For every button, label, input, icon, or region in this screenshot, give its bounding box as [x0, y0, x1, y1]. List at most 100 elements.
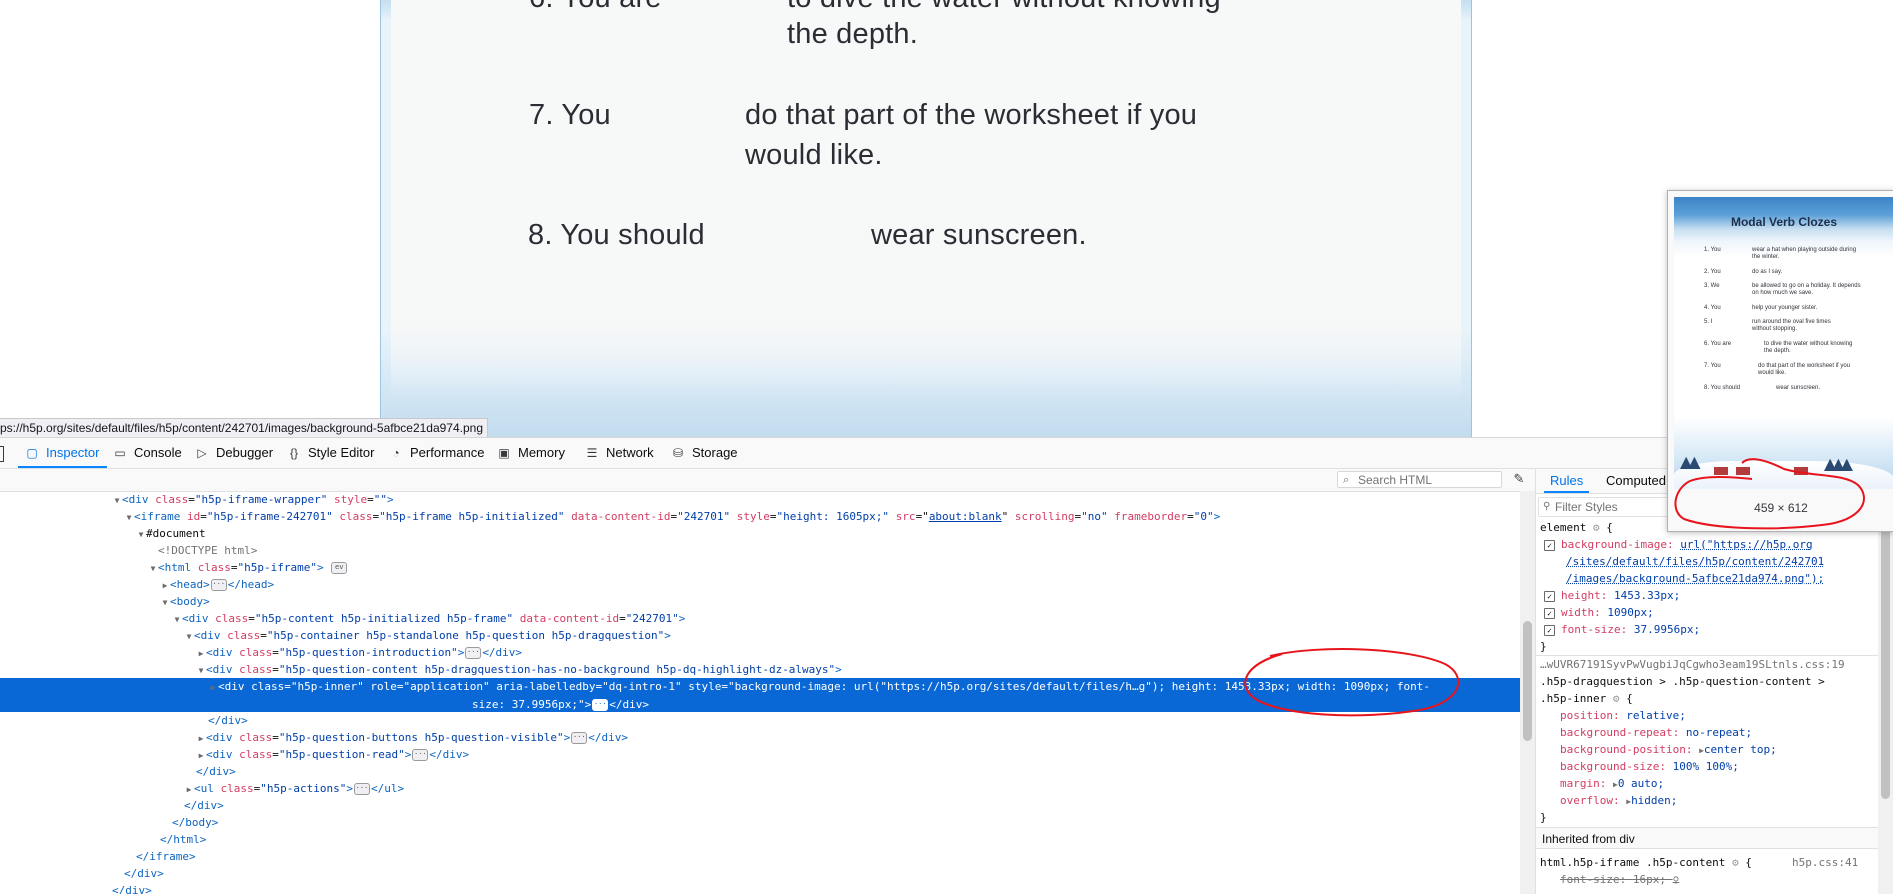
- markup-node[interactable]: ▼ <iframe id="h5p-iframe-242701" class="h…: [0, 508, 1520, 525]
- expand-toggle-icon[interactable]: ▼: [148, 560, 158, 577]
- property-value[interactable]: 0 auto;: [1618, 777, 1664, 790]
- property-name[interactable]: background-size:: [1560, 760, 1666, 773]
- property-name[interactable]: background-repeat:: [1560, 726, 1679, 739]
- expand-toggle-icon[interactable]: ▼: [196, 662, 206, 679]
- property-name[interactable]: background-position:: [1560, 743, 1692, 756]
- rule-source-link[interactable]: …wUVR67191SyvPwVugbiJqCgwho3eam19SLtnls.…: [1540, 656, 1845, 673]
- markup-node[interactable]: <!DOCTYPE html>: [0, 542, 1520, 559]
- expand-toggle-icon[interactable]: ▼: [124, 509, 134, 526]
- expand-toggle-icon[interactable]: ▶: [184, 781, 194, 798]
- search-html-input[interactable]: ⌕ Search HTML: [1337, 471, 1502, 488]
- tab-inspector[interactable]: ▢ Inspector: [17, 438, 109, 468]
- declaration-checkbox[interactable]: ✓: [1544, 624, 1555, 636]
- markup-node[interactable]: ▼ <body>: [0, 593, 1520, 610]
- src-link[interactable]: about:blank: [929, 510, 1002, 523]
- collapsed-badge[interactable]: ···: [465, 647, 482, 659]
- event-badge[interactable]: ev: [331, 562, 348, 574]
- tab-style-editor[interactable]: {} Style Editor: [286, 438, 375, 468]
- property-value[interactable]: /images/background-5afbce21da974.png");: [1566, 572, 1824, 585]
- expand-toggle-icon[interactable]: ▶: [196, 730, 206, 747]
- expand-toggle-icon[interactable]: ▼: [184, 628, 194, 645]
- property-value[interactable]: 37.9956px;: [1634, 623, 1700, 636]
- markup-node[interactable]: ▼ <html class="h5p-iframe"> ev: [0, 559, 1520, 576]
- markup-node[interactable]: </body>: [0, 814, 1520, 831]
- scrollbar-thumb[interactable]: [1881, 529, 1890, 799]
- tag-close: </div>: [588, 731, 629, 744]
- expand-toggle-icon[interactable]: ▼: [172, 611, 182, 628]
- markup-node[interactable]: </iframe>: [0, 848, 1520, 865]
- markup-node[interactable]: ▼ <div class="h5p-content h5p-initialized…: [0, 610, 1520, 627]
- tab-rules[interactable]: Rules: [1543, 469, 1590, 493]
- property-name[interactable]: width:: [1561, 606, 1601, 619]
- property-value[interactable]: relative;: [1626, 709, 1686, 722]
- filter-icon[interactable]: ⚲: [1673, 876, 1680, 886]
- collapsed-badge[interactable]: ···: [592, 699, 609, 711]
- debugger-icon: ▷: [197, 446, 207, 460]
- tab-computed[interactable]: Computed: [1606, 469, 1666, 493]
- tab-debugger[interactable]: ▷ Debugger: [194, 438, 273, 468]
- markup-node[interactable]: ▼ #document: [0, 525, 1520, 542]
- gear-icon[interactable]: ⚙: [1593, 521, 1600, 534]
- markup-node[interactable]: </div>: [0, 763, 1520, 780]
- markup-node[interactable]: </html>: [0, 831, 1520, 848]
- expand-toggle-icon[interactable]: ▼: [136, 526, 146, 543]
- property-name[interactable]: height:: [1561, 589, 1607, 602]
- tab-performance[interactable]: ◔ Performance: [388, 438, 484, 468]
- devtools-panel: ▢ Inspector ▭ Console ▷ Debugger {} Style Ed…: [0, 437, 1893, 894]
- collapsed-badge[interactable]: ···: [210, 579, 227, 591]
- markup-node[interactable]: ▶ <ul class="h5p-actions"> ··· </ul>: [0, 780, 1520, 797]
- markup-node[interactable]: ▶ <div class="h5p-question-introduction">…: [0, 644, 1520, 661]
- tab-console[interactable]: ▭ Console: [112, 438, 181, 468]
- tab-memory[interactable]: ▣ Memory: [496, 438, 565, 468]
- rule-selector: element: [1540, 521, 1587, 534]
- markup-node[interactable]: ▼ <div class="h5p-question-content h5p-dr…: [0, 661, 1520, 678]
- property-value[interactable]: hidden;: [1631, 794, 1677, 807]
- property-value[interactable]: 100% 100%;: [1673, 760, 1739, 773]
- markup-node-selected[interactable]: ▶ <div class="h5p-inner" role="applicatio…: [0, 678, 1520, 712]
- markup-node[interactable]: ▼ <div class="h5p-container h5p-standalon…: [0, 627, 1520, 644]
- markup-node[interactable]: </div>: [0, 797, 1520, 814]
- collapsed-badge[interactable]: ···: [412, 749, 429, 761]
- property-name[interactable]: margin:: [1560, 777, 1606, 790]
- expand-toggle-icon[interactable]: ▶: [208, 679, 218, 696]
- pick-element-icon[interactable]: [0, 446, 4, 462]
- markup-node[interactable]: ▶ <div class="h5p-question-buttons h5p-qu…: [0, 729, 1520, 746]
- expand-toggle-icon[interactable]: ▶: [196, 747, 206, 764]
- expand-toggle-icon[interactable]: ▶: [160, 577, 170, 594]
- gear-icon[interactable]: ⚙: [1732, 856, 1739, 869]
- declaration-checkbox[interactable]: ✓: [1544, 590, 1555, 602]
- property-value[interactable]: /sites/default/files/h5p/content/242701: [1566, 555, 1824, 568]
- markup-node[interactable]: </div>: [0, 882, 1520, 894]
- expand-toggle-icon[interactable]: ▼: [160, 594, 170, 611]
- declaration-checkbox[interactable]: ✓: [1544, 607, 1555, 619]
- expand-toggle-icon[interactable]: ▼: [112, 492, 122, 509]
- eyedropper-icon[interactable]: ✎: [1511, 471, 1527, 489]
- markup-node[interactable]: ▶ <div class="h5p-question-read"> ··· </div…: [0, 746, 1520, 763]
- markup-node[interactable]: </div>: [0, 865, 1520, 882]
- property-value[interactable]: 1453.33px;: [1614, 589, 1680, 602]
- collapsed-badge[interactable]: ···: [353, 783, 370, 795]
- rule-source-link[interactable]: h5p.css:41: [1792, 854, 1858, 871]
- tab-network[interactable]: ☰ Network: [584, 438, 654, 468]
- declaration-checkbox[interactable]: ✓: [1544, 539, 1555, 551]
- property-name[interactable]: font-size:: [1560, 873, 1626, 886]
- property-value[interactable]: 1090px;: [1607, 606, 1653, 619]
- property-value[interactable]: center top;: [1704, 743, 1777, 756]
- collapsed-badge[interactable]: ···: [571, 732, 588, 744]
- property-name[interactable]: overflow:: [1560, 794, 1620, 807]
- property-name[interactable]: background-image:: [1561, 538, 1674, 551]
- scrollbar-thumb[interactable]: [1523, 621, 1532, 741]
- markup-node[interactable]: ▶ <head> ··· </head>: [0, 576, 1520, 593]
- property-value[interactable]: 16px;: [1633, 873, 1666, 886]
- property-value[interactable]: no-repeat;: [1686, 726, 1752, 739]
- expand-toggle-icon[interactable]: ▶: [196, 645, 206, 662]
- property-value[interactable]: url("https://h5p.org: [1680, 538, 1812, 551]
- markup-scrollbar[interactable]: [1520, 491, 1535, 894]
- property-name[interactable]: position:: [1560, 709, 1620, 722]
- markup-node[interactable]: ▼ <div class="h5p-iframe-wrapper" style="…: [0, 491, 1520, 508]
- property-name[interactable]: font-size:: [1561, 623, 1627, 636]
- rules-scrollbar[interactable]: [1878, 519, 1893, 894]
- tab-storage[interactable]: ⛁ Storage: [670, 438, 738, 468]
- markup-node[interactable]: </div>: [0, 712, 1520, 729]
- gear-icon[interactable]: ⚙: [1613, 692, 1620, 705]
